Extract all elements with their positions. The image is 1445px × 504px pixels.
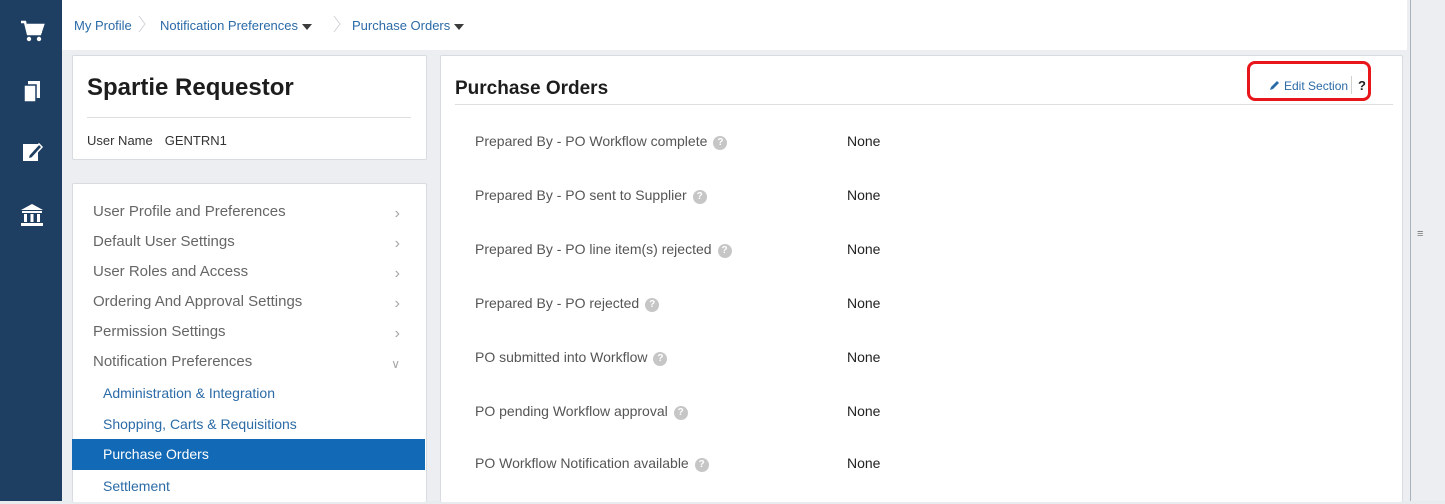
- sub-item-settlement[interactable]: Settlement: [103, 478, 403, 504]
- row-label-text: PO pending Workflow approval: [475, 403, 668, 419]
- row-label-text: Prepared By - PO line item(s) rejected: [475, 241, 712, 257]
- breadcrumb-label: Notification Preferences: [160, 18, 299, 33]
- row-label-po-submitted-into-workflow: PO submitted into Workflow?: [475, 349, 668, 366]
- menu-item-notification-preferences[interactable]: Notification Preferences ∨: [93, 353, 408, 381]
- row-label-po-workflow-notification-available: PO Workflow Notification available?: [475, 455, 709, 472]
- sub-item-purchase-orders[interactable]: Purchase Orders: [72, 439, 425, 470]
- row-value: None: [847, 187, 881, 203]
- breadcrumb-label: Purchase Orders: [352, 18, 451, 33]
- row-label-po-workflow-complete: Prepared By - PO Workflow complete?: [475, 133, 728, 150]
- info-icon[interactable]: ?: [713, 136, 728, 150]
- row-label-text: Prepared By - PO sent to Supplier: [475, 187, 687, 203]
- row-label-po-sent-to-supplier: Prepared By - PO sent to Supplier?: [475, 187, 707, 204]
- row-value: None: [847, 295, 881, 311]
- divider: [1351, 76, 1352, 94]
- username-row: User Name GENTRN1: [87, 133, 227, 148]
- caret-down-icon: [302, 23, 313, 30]
- left-icon-rail: [0, 0, 62, 501]
- username-label: User Name: [87, 133, 153, 148]
- edit-section-button[interactable]: Edit Section: [1269, 79, 1348, 93]
- edit-section-label: Edit Section: [1284, 79, 1349, 93]
- breadcrumb-separator-icon: [138, 15, 146, 33]
- menu-item-label: Notification Preferences: [93, 353, 253, 370]
- purchase-orders-panel: Purchase Orders Edit Section ? Prepared …: [440, 55, 1403, 502]
- profile-name: Spartie Requestor: [87, 74, 294, 101]
- chevron-right-icon: ›: [394, 235, 400, 252]
- pencil-icon: [1270, 81, 1279, 90]
- info-icon[interactable]: ?: [673, 406, 688, 420]
- menu-item-label: Default User Settings: [93, 233, 235, 250]
- breadcrumb-my-profile[interactable]: My Profile: [74, 18, 132, 33]
- info-icon[interactable]: ?: [692, 190, 707, 204]
- row-value: None: [847, 133, 881, 149]
- info-icon[interactable]: ?: [717, 244, 732, 258]
- menu-item-label: Permission Settings: [93, 323, 226, 340]
- breadcrumb-separator-icon: [333, 15, 341, 33]
- menu-item-label: User Roles and Access: [93, 263, 249, 280]
- row-value: None: [847, 403, 881, 419]
- profile-card: Spartie Requestor User Name GENTRN1: [72, 55, 427, 160]
- username-value: GENTRN1: [164, 133, 227, 148]
- row-label-po-line-items-rejected: Prepared By - PO line item(s) rejected?: [475, 241, 732, 258]
- breadcrumb-purchase-orders[interactable]: Purchase Orders: [352, 18, 465, 33]
- scrollbar[interactable]: [1407, 0, 1445, 501]
- panel-title: Purchase Orders: [455, 78, 609, 99]
- chevron-right-icon: ›: [394, 205, 400, 222]
- menu-item-ordering-approval[interactable]: Ordering And Approval Settings ›: [93, 293, 408, 321]
- divider: [1410, 0, 1411, 501]
- documents-icon[interactable]: [19, 78, 45, 104]
- resize-grip-icon[interactable]: ≡: [1417, 228, 1423, 240]
- row-value: None: [847, 241, 881, 257]
- cart-icon[interactable]: [19, 18, 45, 44]
- chevron-right-icon: ›: [394, 295, 400, 312]
- row-label-text: Prepared By - PO Workflow complete: [475, 133, 708, 149]
- menu-item-user-roles[interactable]: User Roles and Access ›: [93, 263, 408, 291]
- info-icon[interactable]: ?: [694, 458, 709, 472]
- edit-document-icon[interactable]: [19, 138, 45, 164]
- row-label-po-rejected: Prepared By - PO rejected?: [475, 295, 660, 312]
- row-value: None: [847, 349, 881, 365]
- sub-item-administration[interactable]: Administration & Integration: [103, 385, 403, 411]
- breadcrumb: My Profile Notification Preferences Purc…: [62, 0, 1407, 51]
- main-window: My Profile Notification Preferences Purc…: [62, 0, 1408, 502]
- settings-menu: User Profile and Preferences › Default Us…: [72, 183, 427, 502]
- menu-item-label: User Profile and Preferences: [93, 203, 286, 220]
- chevron-right-icon: ›: [394, 265, 400, 282]
- info-icon[interactable]: ?: [645, 298, 660, 312]
- menu-item-user-profile[interactable]: User Profile and Preferences ›: [93, 203, 408, 231]
- row-label-text: PO submitted into Workflow: [475, 349, 648, 365]
- chevron-right-icon: ›: [394, 325, 400, 342]
- divider: [455, 104, 1393, 105]
- caret-down-icon: [454, 23, 465, 30]
- menu-item-label: Ordering And Approval Settings: [93, 293, 303, 310]
- divider: [87, 117, 411, 118]
- breadcrumb-notification-preferences[interactable]: Notification Preferences: [160, 18, 313, 33]
- chevron-down-icon: ∨: [391, 357, 400, 371]
- menu-item-permission-settings[interactable]: Permission Settings ›: [93, 323, 408, 351]
- row-label-text: PO Workflow Notification available: [475, 455, 689, 471]
- bank-icon[interactable]: [19, 202, 45, 228]
- row-label-po-pending-workflow-approval: PO pending Workflow approval?: [475, 403, 688, 420]
- menu-item-default-user-settings[interactable]: Default User Settings ›: [93, 233, 408, 261]
- info-icon[interactable]: ?: [653, 352, 668, 366]
- row-value: None: [847, 455, 881, 471]
- help-button[interactable]: ?: [1358, 78, 1366, 93]
- row-label-text: Prepared By - PO rejected: [475, 295, 640, 311]
